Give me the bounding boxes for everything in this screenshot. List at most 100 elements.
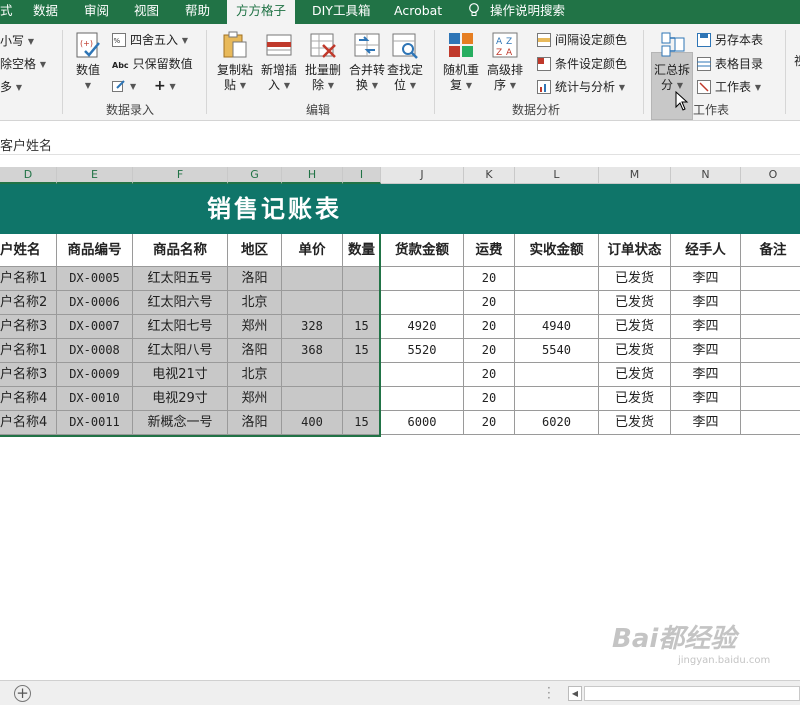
column-header-j[interactable]: J bbox=[381, 167, 464, 184]
table-cell-o[interactable] bbox=[741, 291, 800, 315]
table-cell-l[interactable] bbox=[515, 291, 599, 315]
table-cell-n[interactable]: 李四 bbox=[671, 387, 741, 411]
tell-me-search[interactable]: 操作说明搜索 bbox=[468, 0, 565, 24]
tab-formulas[interactable]: 式 bbox=[0, 0, 13, 24]
table-cell-j[interactable] bbox=[381, 387, 464, 411]
header-cell-i[interactable]: 数量 bbox=[343, 234, 381, 267]
table-cell-h[interactable]: 368 bbox=[282, 339, 343, 363]
table-cell-k[interactable]: 20 bbox=[464, 387, 515, 411]
table-cell-m[interactable]: 已发货 bbox=[599, 387, 671, 411]
tab-diy-toolbox[interactable]: DIY工具箱 bbox=[312, 0, 370, 24]
table-cell-h[interactable] bbox=[282, 363, 343, 387]
plus-button[interactable]: + bbox=[154, 78, 166, 94]
table-cell-h[interactable]: 328 bbox=[282, 315, 343, 339]
table-cell-e[interactable]: DX-0008 bbox=[57, 339, 133, 363]
lowercase-item[interactable]: 小写 ▼ bbox=[0, 32, 34, 49]
header-cell-m[interactable]: 订单状态 bbox=[599, 234, 671, 267]
table-cell-e[interactable]: DX-0011 bbox=[57, 411, 133, 435]
sheet-title-row[interactable]: 销售记账表 bbox=[0, 184, 800, 234]
table-cell-n[interactable]: 李四 bbox=[671, 339, 741, 363]
table-cell-n[interactable]: 李四 bbox=[671, 411, 741, 435]
table-cell-d[interactable]: 户名称1 bbox=[0, 339, 57, 363]
numbers-button[interactable]: (+) 数值 ▼ bbox=[70, 30, 106, 93]
table-cell-o[interactable] bbox=[741, 339, 800, 363]
header-cell-j[interactable]: 货款金额 bbox=[381, 234, 464, 267]
summary-split-button[interactable]: 汇总拆分 ▼ bbox=[651, 30, 693, 93]
condition-color-button[interactable]: 条件设定颜色 bbox=[537, 55, 627, 72]
table-cell-i[interactable] bbox=[343, 291, 381, 315]
table-cell-k[interactable]: 20 bbox=[464, 411, 515, 435]
table-cell-n[interactable]: 李四 bbox=[671, 291, 741, 315]
header-cell-d[interactable]: 户姓名 bbox=[0, 234, 57, 267]
table-cell-m[interactable]: 已发货 bbox=[599, 291, 671, 315]
table-cell-m[interactable]: 已发货 bbox=[599, 267, 671, 291]
tab-view[interactable]: 视图 bbox=[134, 0, 159, 24]
table-cell-f[interactable]: 红太阳七号 bbox=[133, 315, 228, 339]
table-cell-k[interactable]: 20 bbox=[464, 315, 515, 339]
table-cell-l[interactable] bbox=[515, 267, 599, 291]
tab-data[interactable]: 数据 bbox=[33, 0, 58, 24]
tab-review[interactable]: 审阅 bbox=[84, 0, 109, 24]
table-cell-j[interactable]: 4920 bbox=[381, 315, 464, 339]
table-cell-j[interactable] bbox=[381, 267, 464, 291]
table-cell-h[interactable]: 400 bbox=[282, 411, 343, 435]
table-cell-g[interactable]: 北京 bbox=[228, 363, 282, 387]
column-header-h[interactable]: H bbox=[282, 167, 343, 184]
table-cell-o[interactable] bbox=[741, 387, 800, 411]
table-cell-d[interactable]: 户名称1 bbox=[0, 267, 57, 291]
header-cell-l[interactable]: 实收金额 bbox=[515, 234, 599, 267]
more-item[interactable]: 多 ▼ bbox=[0, 78, 22, 95]
column-header-i[interactable]: I bbox=[343, 167, 381, 184]
view-cut-button[interactable]: 视 bbox=[790, 54, 800, 69]
table-cell-l[interactable]: 6020 bbox=[515, 411, 599, 435]
table-cell-f[interactable]: 新概念一号 bbox=[133, 411, 228, 435]
table-cell-k[interactable]: 20 bbox=[464, 363, 515, 387]
table-cell-j[interactable] bbox=[381, 363, 464, 387]
column-header-o[interactable]: O bbox=[741, 167, 800, 184]
table-cell-e[interactable]: DX-0009 bbox=[57, 363, 133, 387]
column-header-l[interactable]: L bbox=[515, 167, 599, 184]
header-cell-e[interactable]: 商品编号 bbox=[57, 234, 133, 267]
table-cell-j[interactable] bbox=[381, 291, 464, 315]
table-cell-g[interactable]: 北京 bbox=[228, 291, 282, 315]
table-cell-i[interactable]: 15 bbox=[343, 315, 381, 339]
column-header-n[interactable]: N bbox=[671, 167, 741, 184]
table-cell-f[interactable]: 电视21寸 bbox=[133, 363, 228, 387]
add-sheet-button[interactable]: + bbox=[14, 685, 31, 702]
table-cell-l[interactable] bbox=[515, 387, 599, 411]
table-cell-o[interactable] bbox=[741, 411, 800, 435]
table-cell-e[interactable]: DX-0005 bbox=[57, 267, 133, 291]
table-cell-m[interactable]: 已发货 bbox=[599, 315, 671, 339]
formula-bar[interactable]: 客户姓名 bbox=[0, 131, 800, 155]
column-header-m[interactable]: M bbox=[599, 167, 671, 184]
table-cell-d[interactable]: 户名称2 bbox=[0, 291, 57, 315]
table-cell-d[interactable]: 户名称3 bbox=[0, 363, 57, 387]
stats-analysis-button[interactable]: 统计与分析 ▼ bbox=[537, 78, 625, 95]
table-cell-e[interactable]: DX-0010 bbox=[57, 387, 133, 411]
table-cell-j[interactable]: 5520 bbox=[381, 339, 464, 363]
table-cell-d[interactable]: 户名称4 bbox=[0, 387, 57, 411]
table-cell-d[interactable]: 户名称4 bbox=[0, 411, 57, 435]
table-cell-g[interactable]: 郑州 bbox=[228, 387, 282, 411]
header-cell-k[interactable]: 运费 bbox=[464, 234, 515, 267]
table-cell-i[interactable] bbox=[343, 363, 381, 387]
tab-fangfanggezi[interactable]: 方方格子 bbox=[227, 0, 296, 25]
tab-acrobat[interactable]: Acrobat bbox=[394, 0, 442, 24]
table-cell-j[interactable]: 6000 bbox=[381, 411, 464, 435]
table-cell-m[interactable]: 已发货 bbox=[599, 363, 671, 387]
table-cell-m[interactable]: 已发货 bbox=[599, 339, 671, 363]
table-cell-l[interactable]: 4940 bbox=[515, 315, 599, 339]
column-header-k[interactable]: K bbox=[464, 167, 515, 184]
table-cell-h[interactable] bbox=[282, 267, 343, 291]
insert-new-button[interactable]: 新增插入 ▼ bbox=[258, 30, 300, 93]
column-header-f[interactable]: F bbox=[133, 167, 228, 184]
table-cell-l[interactable]: 5540 bbox=[515, 339, 599, 363]
table-cell-f[interactable]: 红太阳六号 bbox=[133, 291, 228, 315]
table-cell-i[interactable] bbox=[343, 387, 381, 411]
edit-note-button[interactable]: ▼ + ▼ bbox=[112, 78, 176, 94]
table-cell-f[interactable]: 红太阳八号 bbox=[133, 339, 228, 363]
table-cell-h[interactable] bbox=[282, 387, 343, 411]
table-cell-g[interactable]: 洛阳 bbox=[228, 267, 282, 291]
table-cell-i[interactable] bbox=[343, 267, 381, 291]
table-cell-e[interactable]: DX-0007 bbox=[57, 315, 133, 339]
